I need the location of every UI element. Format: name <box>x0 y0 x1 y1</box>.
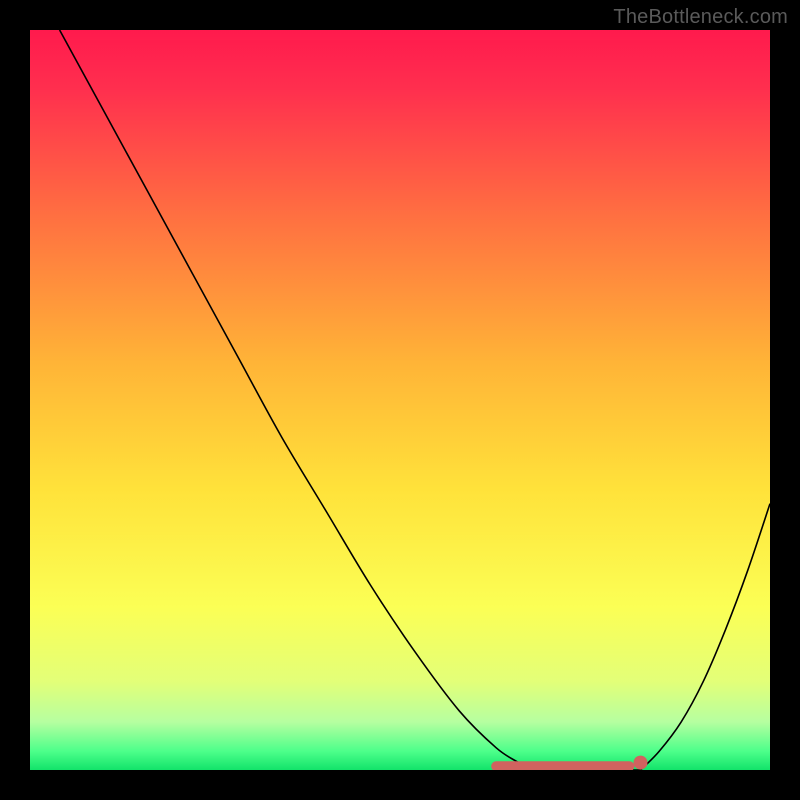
highlight-dot <box>634 756 648 770</box>
watermark-label: TheBottleneck.com <box>613 6 788 29</box>
curve-left-branch <box>60 30 530 770</box>
plot-area <box>30 30 770 770</box>
chart-overlay <box>30 30 770 770</box>
curve-right-branch <box>641 504 771 770</box>
